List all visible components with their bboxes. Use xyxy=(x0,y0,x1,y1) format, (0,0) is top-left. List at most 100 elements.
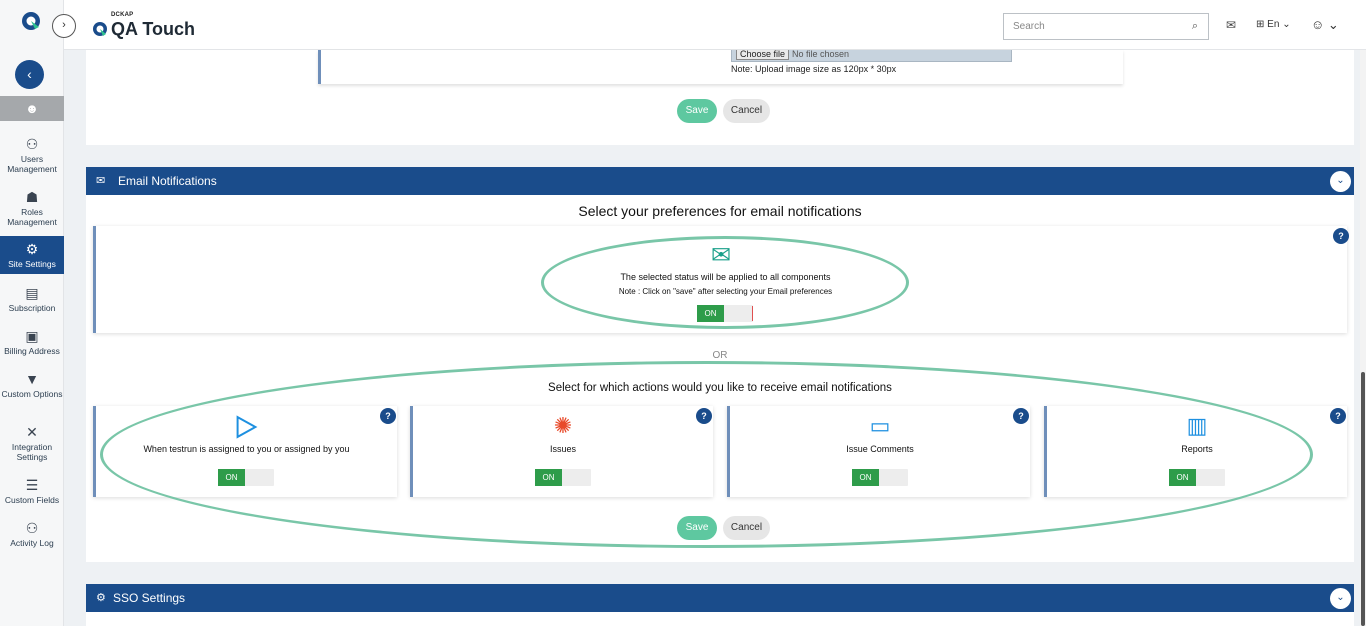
team-group-tab[interactable]: ☻ xyxy=(0,96,64,121)
help-icon[interactable]: ? xyxy=(1013,408,1029,424)
preferences-title: Select your preferences for email notifi… xyxy=(578,203,862,219)
sidebar-item-subscription[interactable]: ▤ Subscription xyxy=(0,285,64,313)
chevron-left-icon: ‹ xyxy=(27,66,32,82)
cancel-button[interactable]: Cancel xyxy=(723,516,770,540)
status-description: The selected status will be applied to a… xyxy=(620,272,831,282)
envelope-icon: ✉ xyxy=(96,175,106,187)
upload-panel: Choose file No file chosen Note: Upload i… xyxy=(318,50,1123,84)
action-card-reports: ▥ Reports ON ? xyxy=(1044,406,1347,497)
global-status-panel: ✉ The selected status will be applied to… xyxy=(93,226,1349,333)
gear-icon: ⚙ xyxy=(96,592,106,604)
sidebar-item-billing-address[interactable]: ▣ Billing Address xyxy=(0,328,64,356)
search-input[interactable]: Search ⌕ xyxy=(1003,13,1209,40)
upload-note: Note: Upload image size as 120px * 30px xyxy=(731,64,897,74)
choose-file-button[interactable]: Choose file xyxy=(736,50,790,60)
language-selector[interactable]: ⊞ En ⌄ xyxy=(1256,19,1291,30)
roles-icon: ☗ xyxy=(25,189,39,205)
user-menu[interactable]: ☺ ⌄ xyxy=(1311,17,1339,33)
sidebar-item-label: Billing Address xyxy=(4,346,60,356)
brand-name: QA Touch xyxy=(111,19,195,39)
sso-settings-header[interactable]: ⚙ SSO Settings ⌄ xyxy=(86,584,1354,612)
sso-settings-card: ⚙ SSO Settings ⌄ xyxy=(86,584,1354,626)
issues-toggle[interactable]: ON xyxy=(535,469,591,486)
action-label: Issue Comments xyxy=(846,444,914,454)
sidebar-item-label: Activity Log xyxy=(10,538,54,548)
help-icon[interactable]: ? xyxy=(696,408,712,424)
search-placeholder: Search xyxy=(1013,21,1045,32)
report-icon: ▥ xyxy=(1186,413,1208,438)
testrun-toggle[interactable]: ON xyxy=(218,469,274,486)
status-note: Note : Click on "save" after selecting y… xyxy=(618,287,833,296)
user-avatar-icon: ☺ xyxy=(1311,17,1325,32)
gears-icon: ⚙ xyxy=(25,241,39,257)
toggle-on-label: ON xyxy=(697,305,724,322)
save-button[interactable]: Save xyxy=(677,516,717,540)
sidebar-item-custom-options[interactable]: ▼ Custom Options xyxy=(0,371,64,399)
translate-icon: ⊞ xyxy=(1256,19,1265,30)
filter-icon: ▼ xyxy=(25,371,39,387)
or-divider: OR xyxy=(712,350,728,361)
sidebar-item-label: Custom Fields xyxy=(4,495,60,505)
issue-comments-toggle[interactable]: ON xyxy=(852,469,908,486)
sidebar-item-label: Subscription xyxy=(8,303,56,313)
mail-icon[interactable]: ✉ xyxy=(1226,18,1236,32)
cancel-button[interactable]: Cancel xyxy=(723,99,770,123)
collapse-toggle-button[interactable]: ⌄ xyxy=(1330,588,1351,609)
scrollbar-thumb[interactable] xyxy=(1361,372,1365,626)
toggle-on-label: ON xyxy=(218,469,245,486)
section-title: Email Notifications xyxy=(118,174,217,188)
help-icon[interactable]: ? xyxy=(380,408,396,424)
sidebar-item-integration-settings[interactable]: ✕ Integration Settings xyxy=(0,424,64,462)
sidebar-item-label: Integration Settings xyxy=(11,442,53,462)
envelope-icon: ✉ xyxy=(711,242,732,269)
email-notifications-header[interactable]: ✉ Email Notifications ⌄ xyxy=(86,167,1354,195)
help-icon[interactable]: ? xyxy=(1333,228,1349,244)
file-status: No file chosen xyxy=(792,50,850,59)
sidebar-item-activity-log[interactable]: ⚇ Activity Log xyxy=(0,520,64,548)
action-card-issues: ✺ Issues ON ? xyxy=(410,406,713,497)
brand-company: DCKAP xyxy=(111,12,134,18)
toggle-on-label: ON xyxy=(852,469,879,486)
comment-icon: ▭ xyxy=(869,413,891,438)
collapse-sidebar-button[interactable]: ‹ xyxy=(15,60,44,89)
file-input[interactable]: Choose file No file chosen xyxy=(731,50,1012,62)
action-label: Issues xyxy=(549,444,576,454)
chevron-down-icon: ⌄ xyxy=(1336,175,1345,186)
global-status-toggle[interactable]: ON xyxy=(697,305,753,322)
log-icon: ⚇ xyxy=(25,520,39,536)
section-title: SSO Settings xyxy=(113,591,186,605)
play-icon xyxy=(236,415,258,439)
top-header: › DCKAP QA Touch Search ⌕ ✉ ⊞ En ⌄ ☺ ⌄ xyxy=(52,0,1366,50)
sidebar-item-roles-management[interactable]: ☗ Roles Management xyxy=(0,189,64,227)
sidebar-item-users-management[interactable]: ⚇ Users Management xyxy=(0,136,64,174)
bug-icon: ✺ xyxy=(553,413,573,438)
help-icon[interactable]: ? xyxy=(1330,408,1346,424)
action-card-testrun: When testrun is assigned to you or assig… xyxy=(93,406,397,497)
app-logo-icon[interactable] xyxy=(20,10,42,32)
sidebar-item-site-settings[interactable]: ⚙ Site Settings xyxy=(0,236,64,274)
actions-title: Select for which actions would you like … xyxy=(548,382,892,394)
search-icon[interactable]: ⌕ xyxy=(1192,20,1198,33)
collapse-toggle-button[interactable]: ⌄ xyxy=(1330,171,1351,192)
sidebar-item-label: Roles Management xyxy=(7,207,57,227)
tools-icon: ✕ xyxy=(26,424,38,440)
toggle-on-label: ON xyxy=(535,469,562,486)
sidebar-item-custom-fields[interactable]: ☰ Custom Fields xyxy=(0,477,64,505)
logo-upload-card: Choose file No file chosen Note: Upload i… xyxy=(86,50,1354,145)
address-card-icon: ▣ xyxy=(25,328,39,344)
save-button[interactable]: Save xyxy=(677,99,717,123)
sliders-icon: ☰ xyxy=(25,477,39,493)
sidebar-item-label: Users Management xyxy=(7,154,57,174)
action-card-issue-comments: ▭ Issue Comments ON ? xyxy=(727,406,1030,497)
expand-menu-button[interactable]: › xyxy=(52,14,76,38)
sidebar-item-label: Site Settings xyxy=(8,259,56,269)
reports-toggle[interactable]: ON xyxy=(1169,469,1225,486)
left-sidebar: ‹ ☻ ⚇ Users Management ☗ Roles Managemen… xyxy=(0,0,64,626)
team-icon: ☻ xyxy=(25,101,39,116)
toggle-on-label: ON xyxy=(1169,469,1196,486)
language-label: En xyxy=(1267,19,1280,30)
email-notifications-card: ✉ Email Notifications ⌄ Select your pref… xyxy=(86,167,1354,562)
sidebar-item-label: Custom Options xyxy=(1,389,63,399)
chevron-down-icon: ⌄ xyxy=(1336,592,1345,603)
action-label: When testrun is assigned to you or assig… xyxy=(143,444,350,454)
